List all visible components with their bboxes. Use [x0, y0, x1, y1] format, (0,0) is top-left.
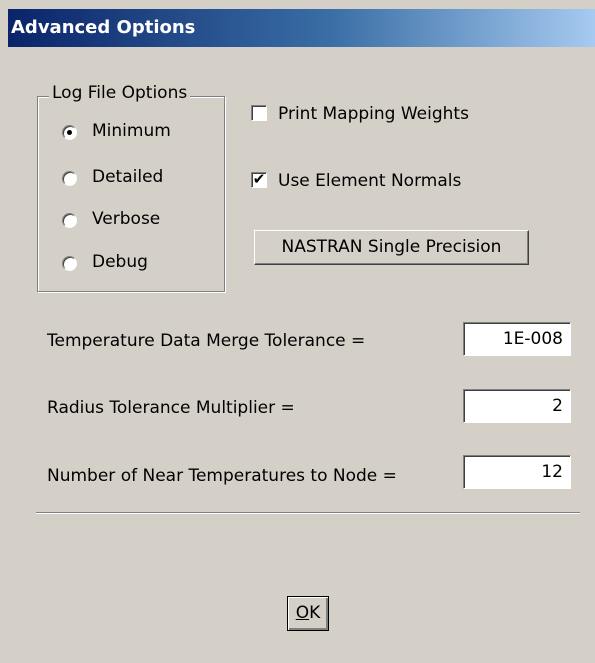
ok-button[interactable]: OK — [287, 596, 329, 631]
checkbox-box[interactable] — [251, 105, 267, 121]
log-file-options-legend: Log File Options — [49, 83, 191, 103]
radius-multiplier-input[interactable]: 2 — [463, 389, 571, 423]
near-temperatures-input[interactable]: 12 — [463, 455, 571, 489]
title-bar[interactable]: Advanced Options — [8, 9, 595, 47]
checkbox-box[interactable]: ✔ — [251, 170, 267, 188]
radio-label-minimum: Minimum — [92, 121, 171, 141]
radio-label-verbose: Verbose — [92, 209, 161, 229]
merge-tolerance-label: Temperature Data Merge Tolerance = — [47, 331, 366, 351]
near-temperatures-label: Number of Near Temperatures to Node = — [47, 466, 397, 486]
radio-selected-dot — [67, 130, 72, 135]
checkmark-icon: ✔ — [252, 170, 266, 188]
divider — [36, 512, 580, 514]
nastran-single-precision-button[interactable]: NASTRAN Single Precision — [254, 230, 529, 265]
radio-button[interactable] — [62, 213, 77, 228]
radio-button[interactable] — [62, 171, 77, 186]
radio-button[interactable] — [62, 256, 77, 271]
ok-accelerator: O — [295, 603, 310, 623]
radio-button[interactable] — [62, 125, 77, 140]
ok-label-rest: K — [309, 603, 321, 623]
radio-label-detailed: Detailed — [92, 167, 164, 187]
print-mapping-weights-label: Print Mapping Weights — [278, 104, 469, 124]
merge-tolerance-input[interactable]: 1E-008 — [463, 322, 571, 356]
window-title: Advanced Options — [11, 17, 196, 38]
use-element-normals-label: Use Element Normals — [278, 171, 462, 191]
radius-multiplier-label: Radius Tolerance Multiplier = — [47, 398, 295, 418]
radio-label-debug: Debug — [92, 252, 148, 272]
